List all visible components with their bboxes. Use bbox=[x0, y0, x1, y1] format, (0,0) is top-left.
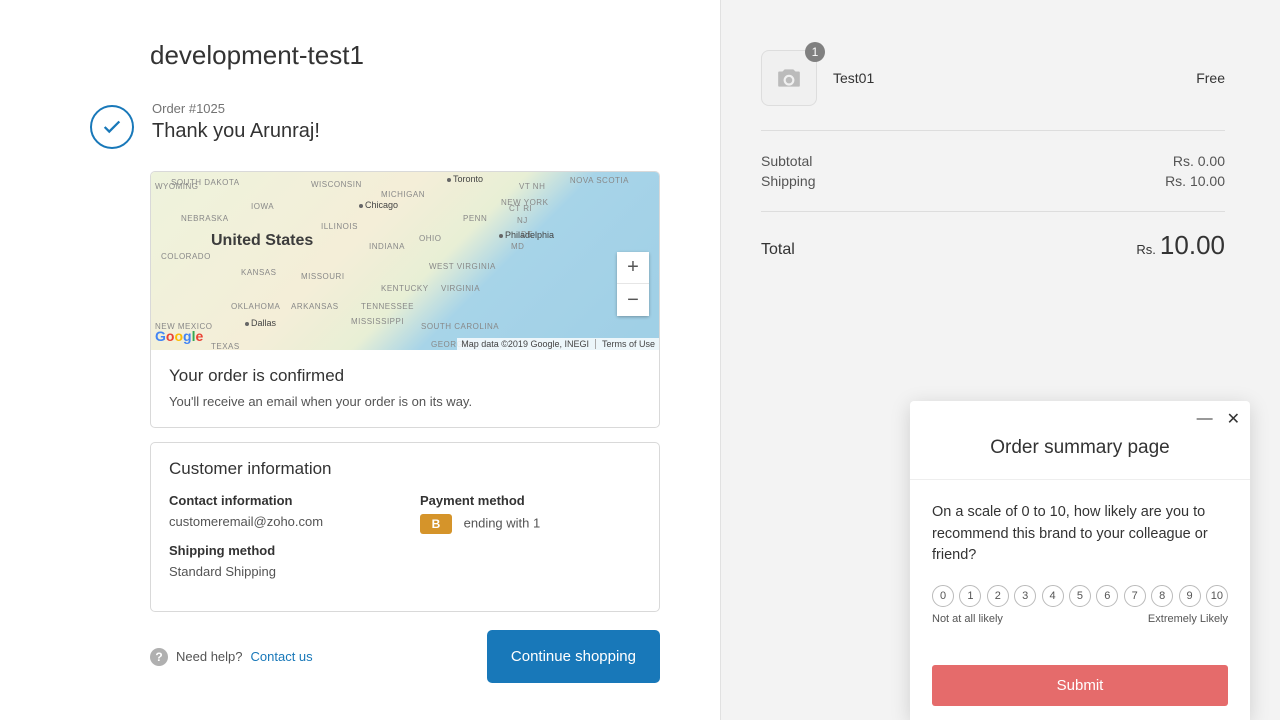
submit-button[interactable]: Submit bbox=[932, 665, 1228, 706]
map-attribution: Map data ©2019 Google, INEGI bbox=[461, 339, 589, 349]
payment-method-label: Payment method bbox=[420, 493, 641, 508]
survey-question: On a scale of 0 to 10, how likely are yo… bbox=[932, 502, 1228, 567]
map-country-label: United States bbox=[211, 232, 313, 250]
nps-option-10[interactable]: 10 bbox=[1206, 585, 1228, 607]
total-label: Total bbox=[761, 241, 795, 259]
zoom-out-button[interactable]: − bbox=[617, 284, 649, 316]
shipping-method-label: Shipping method bbox=[169, 543, 390, 558]
nps-option-0[interactable]: 0 bbox=[932, 585, 954, 607]
survey-popup: — ✕ Order summary page On a scale of 0 t… bbox=[910, 401, 1250, 720]
nps-option-2[interactable]: 2 bbox=[987, 585, 1009, 607]
order-map-card: SOUTH DAKOTA IOWA NEBRASKA WISCONSIN MIC… bbox=[150, 171, 660, 428]
check-icon bbox=[90, 105, 134, 149]
order-number: Order #1025 bbox=[152, 101, 320, 116]
payment-card-icon: B bbox=[420, 514, 452, 534]
close-button[interactable]: ✕ bbox=[1227, 409, 1240, 429]
help-text: Need help? bbox=[176, 649, 243, 664]
total-amount: Rs.10.00 bbox=[1136, 230, 1225, 261]
map-terms-link[interactable]: Terms of Use bbox=[595, 339, 655, 349]
scale-high-label: Extremely Likely bbox=[1148, 613, 1228, 625]
thank-you-message: Thank you Arunraj! bbox=[152, 120, 320, 143]
nps-option-9[interactable]: 9 bbox=[1179, 585, 1201, 607]
subtotal-label: Subtotal bbox=[761, 153, 812, 169]
map[interactable]: SOUTH DAKOTA IOWA NEBRASKA WISCONSIN MIC… bbox=[151, 172, 659, 350]
nps-option-5[interactable]: 5 bbox=[1069, 585, 1091, 607]
nps-scale: 012345678910 bbox=[932, 585, 1228, 607]
nps-option-6[interactable]: 6 bbox=[1096, 585, 1118, 607]
line-item: 1 Test01 Free bbox=[761, 50, 1225, 131]
subtotal-value: Rs. 0.00 bbox=[1173, 153, 1225, 169]
payment-method-value: B ending with 1 bbox=[420, 514, 641, 534]
product-price: Free bbox=[1196, 70, 1225, 86]
help-icon: ? bbox=[150, 648, 168, 666]
shipping-value: Rs. 10.00 bbox=[1165, 173, 1225, 189]
minimize-button[interactable]: — bbox=[1197, 409, 1213, 429]
product-thumbnail: 1 bbox=[761, 50, 817, 106]
camera-icon bbox=[776, 67, 802, 89]
qty-badge: 1 bbox=[805, 42, 825, 62]
store-name: development-test1 bbox=[150, 40, 660, 71]
google-logo: Google bbox=[155, 328, 203, 344]
zoom-in-button[interactable]: + bbox=[617, 252, 649, 284]
nps-option-3[interactable]: 3 bbox=[1014, 585, 1036, 607]
nps-option-1[interactable]: 1 bbox=[959, 585, 981, 607]
nps-option-8[interactable]: 8 bbox=[1151, 585, 1173, 607]
contact-us-link[interactable]: Contact us bbox=[251, 649, 313, 664]
contact-info-label: Contact information bbox=[169, 493, 390, 508]
shipping-method-value: Standard Shipping bbox=[169, 564, 390, 579]
survey-title: Order summary page bbox=[910, 429, 1250, 480]
shipping-label: Shipping bbox=[761, 173, 816, 189]
scale-low-label: Not at all likely bbox=[932, 613, 1003, 625]
nps-option-4[interactable]: 4 bbox=[1042, 585, 1064, 607]
customer-info-card: Customer information Contact information… bbox=[150, 442, 660, 612]
contact-info-value: customeremail@zoho.com bbox=[169, 514, 390, 529]
product-name: Test01 bbox=[833, 70, 1180, 86]
continue-shopping-button[interactable]: Continue shopping bbox=[487, 630, 660, 683]
order-confirmed-body: You'll receive an email when your order … bbox=[169, 394, 641, 409]
customer-info-heading: Customer information bbox=[169, 459, 641, 479]
order-confirmed-title: Your order is confirmed bbox=[169, 366, 641, 386]
nps-option-7[interactable]: 7 bbox=[1124, 585, 1146, 607]
